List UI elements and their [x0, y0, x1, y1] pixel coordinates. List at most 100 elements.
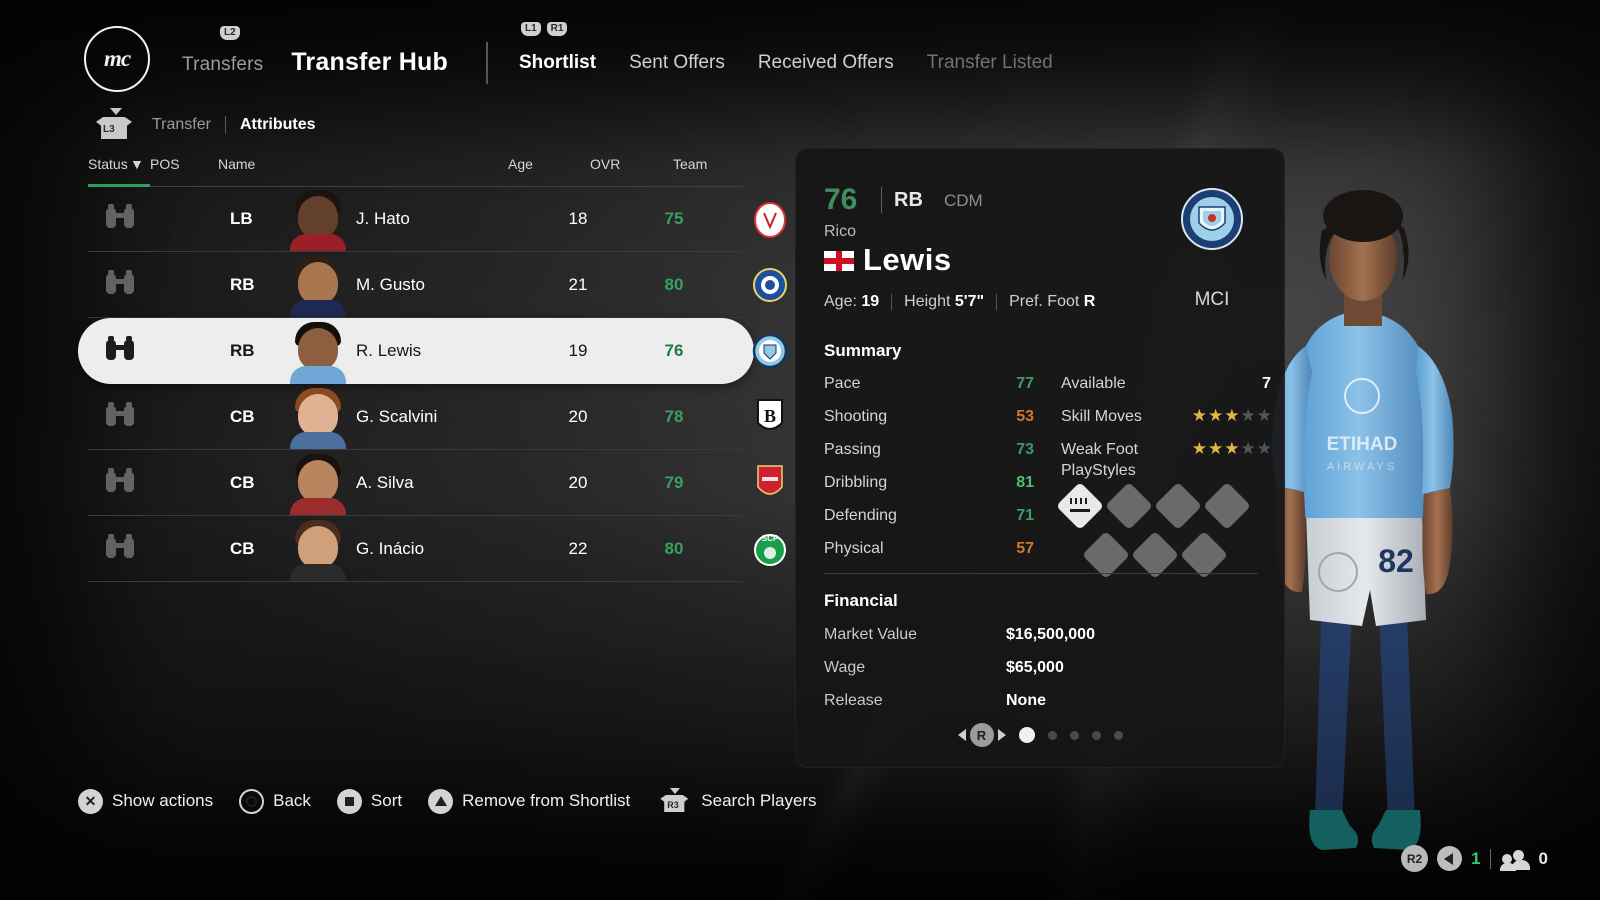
l1-badge-label: L1: [521, 22, 541, 36]
player-portrait: [288, 514, 348, 582]
financial-divider: [824, 573, 1258, 574]
cell-ovr: 76: [664, 341, 684, 360]
svg-text:B: B: [764, 406, 776, 426]
binoculars-icon: [106, 204, 134, 228]
tab-received-offers[interactable]: Received Offers: [758, 52, 894, 74]
stat-label: Defending: [824, 507, 897, 524]
column-header-ovr[interactable]: OVR: [590, 156, 620, 172]
l2-button-hint: L2: [220, 22, 240, 40]
detail-club-crest-icon: [1180, 187, 1244, 256]
prompt-label: Back: [273, 791, 311, 810]
pagination-dot[interactable]: [1113, 730, 1123, 740]
r3-badge-label: R3: [667, 800, 679, 810]
prompt-back[interactable]: Back: [239, 788, 311, 814]
cross-button-icon: ✕: [78, 788, 103, 814]
detail-pagination: R: [796, 723, 1284, 747]
playstyles-row: [1081, 530, 1253, 580]
binoculars-icon: [106, 336, 134, 360]
people-icon: [1499, 848, 1530, 871]
tab-sent-offers[interactable]: Sent Offers: [629, 52, 725, 74]
subnav-divider: [224, 116, 226, 134]
detail-club-name: MCI: [1194, 289, 1230, 310]
lr-button-hints: L1 R1: [521, 22, 568, 36]
cell-name: A. Silva: [356, 473, 414, 492]
table-row[interactable]: CB G. Scalvini 20 78 B: [78, 384, 783, 450]
stat-value: 57: [1016, 540, 1034, 557]
cell-name: R. Lewis: [356, 341, 422, 360]
playstyle-slot-empty[interactable]: [1179, 530, 1229, 580]
tab-shortlist[interactable]: Shortlist: [519, 52, 596, 74]
l3-badge-label: L3: [103, 124, 115, 135]
stat-value: 71: [1016, 507, 1034, 524]
prompt-label: Remove from Shortlist: [462, 791, 631, 810]
detail-foot-value: R: [1083, 293, 1096, 310]
row-divider: [88, 581, 743, 582]
bio-divider: [996, 294, 998, 310]
breadcrumb-transfers[interactable]: Transfers: [182, 54, 263, 76]
stat-value: 77: [1016, 375, 1034, 392]
table-row[interactable]: RB M. Gusto 21 80: [78, 250, 787, 318]
cell-position: CB: [230, 539, 255, 558]
playstyles-row: [1055, 481, 1253, 531]
status-bar: R2 1 0: [1401, 845, 1548, 872]
playstyle-slot-empty[interactable]: [1081, 530, 1131, 580]
caret-up-icon: [110, 108, 122, 115]
right-stick-hint: R: [957, 723, 1006, 747]
cell-ovr: 79: [664, 473, 684, 492]
cell-age: 21: [568, 275, 588, 294]
pagination-dot[interactable]: [1069, 730, 1079, 740]
column-header-name[interactable]: Name: [218, 156, 255, 172]
column-header-status[interactable]: Status: [88, 156, 128, 172]
playstyle-slot-empty[interactable]: [1104, 481, 1154, 531]
stat-value: 73: [1016, 441, 1034, 458]
playstyle-slot-empty[interactable]: [1202, 481, 1252, 531]
cell-position: RB: [230, 275, 255, 294]
player-portrait: [288, 250, 348, 318]
table-row-selected[interactable]: RB R. Lewis 19 76: [78, 318, 788, 384]
column-header-age[interactable]: Age: [508, 156, 533, 172]
secondary-tabs: L3 Transfer Attributes: [88, 108, 316, 142]
subtab-attributes[interactable]: Attributes: [240, 116, 316, 134]
prompt-show-actions[interactable]: ✕ Show actions: [78, 788, 214, 814]
financial-label: Wage: [824, 659, 866, 676]
stat-label: Dribbling: [824, 474, 888, 491]
prompt-label: Show actions: [112, 791, 214, 810]
r-stick-badge: R: [969, 723, 994, 747]
financial-value: $16,500,000: [1006, 626, 1095, 643]
svg-text:82: 82: [1378, 543, 1414, 579]
cell-position: CB: [230, 407, 255, 426]
pagination-dot[interactable]: [1091, 730, 1101, 740]
skill-moves-stars: ★★★★★: [1191, 406, 1273, 425]
prompt-sort[interactable]: Sort: [336, 788, 402, 814]
binoculars-icon: [106, 402, 134, 426]
playstyle-slot-filled[interactable]: [1055, 481, 1105, 531]
detail-last-name: Lewis: [863, 242, 952, 277]
chelsea-crest-icon: [753, 268, 787, 302]
header-divider: [486, 42, 488, 84]
playstyle-slot-empty[interactable]: [1130, 530, 1180, 580]
people-count: 0: [1538, 848, 1548, 868]
financial-wage: Wage $65,000: [824, 659, 1258, 677]
cell-age: 20: [568, 473, 588, 492]
prompt-search-players[interactable]: R3 Search Players: [656, 788, 817, 814]
svg-text:AIRWAYS: AIRWAYS: [1327, 461, 1397, 473]
table-row[interactable]: LB J. Hato 18 75: [78, 186, 786, 252]
playstyle-slot-empty[interactable]: [1153, 481, 1203, 531]
cell-team-crest: [740, 450, 800, 516]
pagination-dot-active[interactable]: [1018, 727, 1035, 743]
binoculars-icon: [106, 270, 134, 294]
prompt-remove-from-shortlist[interactable]: Remove from Shortlist: [428, 788, 631, 814]
stat-physical: Physical 57: [824, 540, 1034, 558]
table-row[interactable]: CB A. Silva 20 79: [78, 450, 783, 516]
tab-transfer-listed[interactable]: Transfer Listed: [927, 52, 1053, 74]
subtab-transfer[interactable]: Transfer: [152, 116, 211, 134]
svg-text:ETIHAD: ETIHAD: [1327, 434, 1398, 455]
pagination-dot[interactable]: [1047, 730, 1057, 740]
prompt-label: Search Players: [701, 791, 817, 810]
r1-badge-label: R1: [546, 22, 568, 36]
table-row[interactable]: CB G. Inácio 22 80 SCP: [78, 514, 786, 582]
england-flag-icon: [824, 251, 854, 271]
column-header-team[interactable]: Team: [673, 156, 707, 172]
column-header-pos[interactable]: POS: [150, 156, 180, 172]
financial-section-title: Financial: [824, 591, 898, 610]
